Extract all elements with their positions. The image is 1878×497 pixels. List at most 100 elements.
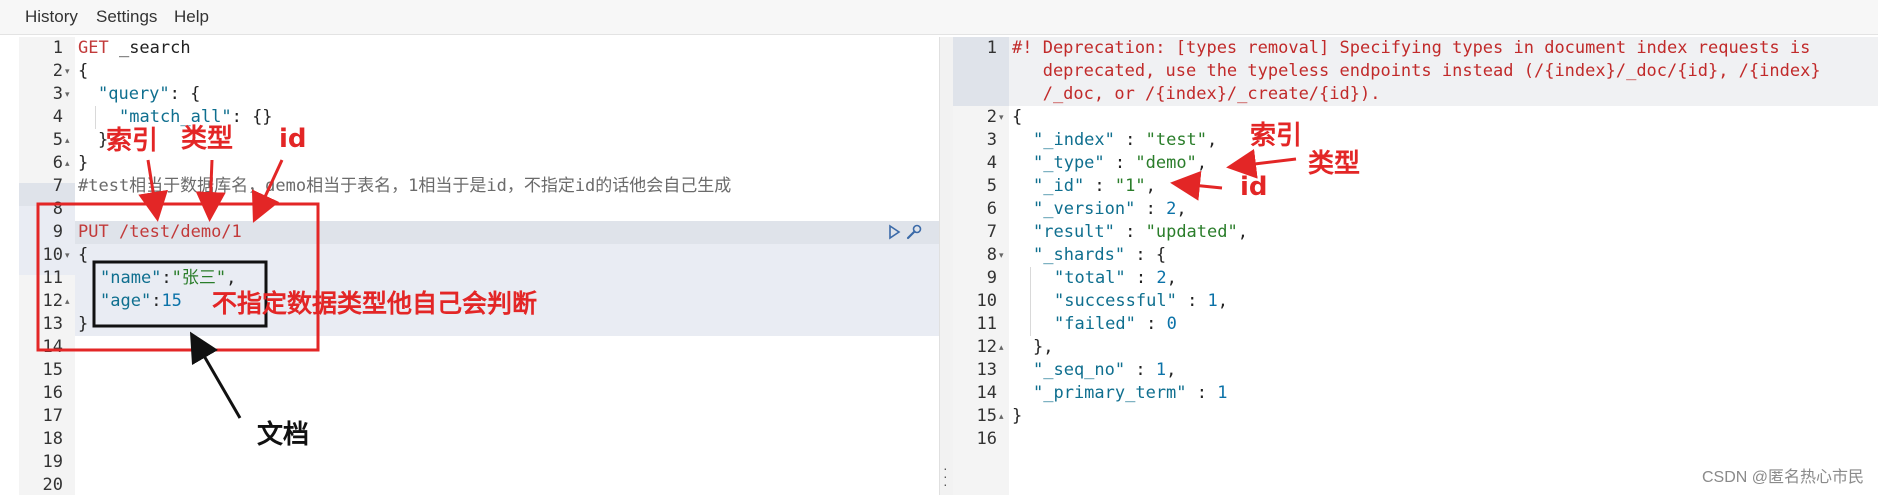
line-number: 11 [42,268,63,288]
deprecation-line-1: #! Deprecation: [types removal] Specifyi… [1012,38,1811,58]
json-key: "_index" [1033,130,1115,150]
code-line-13: } [78,314,89,334]
json-string: "test" [1145,130,1208,150]
request-path: _search [108,38,191,58]
line-number: 12 [976,337,997,357]
json-number: 15 [161,291,182,311]
splitter-handle-icon[interactable]: · · · [943,461,948,491]
annotation-id-left: id [279,124,307,154]
menu-bar: History Settings Help [0,0,1878,35]
code-line-2: { [78,61,89,81]
line-number: 2 [986,107,997,127]
code-line-1: GET _search [78,37,191,60]
response-line-result: "result" : "updated", [1033,222,1248,242]
http-method: GET [78,38,109,58]
menu-help[interactable]: Help [174,6,209,28]
fold-arrow-icon[interactable]: ▴ [65,152,70,175]
wrench-icon[interactable] [905,223,923,241]
json-punct: : [151,291,162,311]
json-key: "_type" [1033,153,1105,173]
line-number: 14 [42,337,63,357]
response-line-index: "_index" : "test", [1033,130,1218,150]
json-number: 1 [1217,383,1228,403]
response-line-seqno: "_seq_no" : 1, [1033,360,1177,380]
json-string: "demo" [1135,153,1197,173]
line-number: 10 [976,291,997,311]
json-number: 1 [1207,291,1218,311]
json-number: 1 [1155,360,1167,380]
json-key: "result" [1033,222,1115,242]
json-number: 2 [1166,199,1177,219]
fold-arrow-icon[interactable]: ▾ [65,60,70,83]
json-key: "age" [100,291,152,311]
json-key: "successful" [1054,291,1177,311]
line-number: 9 [52,222,63,242]
line-number: 19 [42,452,63,472]
response-gutter: 1 2 3 4 5 6 7 8 9 10 11 12 13 14 15 16 ▾… [953,37,1009,495]
line-number: 3 [986,130,997,150]
line-number: 1 [986,38,997,58]
line-number: 6 [52,153,63,173]
line-number: 12 [42,291,63,311]
request-editor[interactable]: 1 2 3 4 5 6 7 8 9 10 11 12 13 14 15 16 1… [19,37,939,495]
fold-arrow-icon[interactable]: ▴ [999,336,1004,359]
json-string: "1" [1114,176,1146,196]
fold-arrow-icon[interactable]: ▴ [65,290,70,313]
json-key: "total" [1054,268,1126,288]
annotation-type-left: 类型 [181,124,234,154]
line-number: 5 [986,176,997,196]
response-line-type: "_type" : "demo", [1033,153,1208,173]
line-number: 20 [42,475,63,495]
line-number: 9 [986,268,997,288]
response-line-version: "_version" : 2, [1033,199,1187,219]
fold-arrow-icon[interactable]: ▴ [65,129,70,152]
code-line-6: } [78,153,89,173]
line-number: 11 [976,314,997,334]
fold-arrow-icon[interactable]: ▴ [999,405,1004,428]
line-number: 2 [52,61,63,81]
json-punct: : {} [231,107,273,127]
menu-settings[interactable]: Settings [96,6,157,28]
line-number: 7 [986,222,997,242]
response-line-shards: "_shards" : { [1033,245,1167,265]
line-number: 13 [42,314,63,334]
json-key: "_version" [1033,199,1136,219]
line-number: 16 [976,429,997,449]
line-number: 3 [52,84,63,104]
fold-arrow-icon[interactable]: ▾ [65,83,70,106]
code-line-3: "query": { [98,83,200,106]
json-key: "_primary_term" [1033,383,1187,403]
line-number: 15 [976,406,997,426]
annotation-index-right: 索引 [1250,121,1303,151]
annotation-id-right: id [1240,172,1268,202]
fold-arrow-icon[interactable]: ▾ [65,244,70,267]
json-key: "query" [98,84,170,104]
json-number: 0 [1166,314,1177,334]
request-code-area[interactable]: GET _search { "query": { "match_all": {}… [75,37,939,495]
line-number: 4 [52,107,63,127]
code-line-10: { [78,245,89,265]
deprecation-line-2: deprecated, use the typeless endpoints i… [1012,61,1821,81]
menu-history[interactable]: History [25,6,78,28]
line-number: 6 [986,199,997,219]
fold-arrow-icon[interactable]: ▾ [999,106,1004,129]
response-code-area[interactable]: #! Deprecation: [types removal] Specifyi… [1009,37,1878,495]
indent-guide [1030,267,1031,336]
request-path: /test/demo/1 [108,222,242,242]
json-key: "_id" [1033,176,1085,196]
indent-guide [95,106,96,129]
line-number: 4 [986,153,997,173]
response-line-primary-term: "_primary_term" : 1 [1033,383,1228,403]
fold-arrow-icon[interactable]: ▾ [999,244,1004,267]
http-method: PUT [78,222,109,242]
line-number: 16 [42,383,63,403]
json-punct: : { [169,84,201,104]
run-request-icon[interactable] [887,224,901,240]
line-number: 8 [52,199,63,219]
response-viewer[interactable]: 1 2 3 4 5 6 7 8 9 10 11 12 13 14 15 16 ▾… [953,37,1878,495]
code-line-9: PUT /test/demo/1 [78,221,242,244]
response-line-shards-close: }, [1033,337,1054,357]
annotation-type-right: 类型 [1308,149,1361,179]
line-number: 7 [52,176,63,196]
code-line-11: "name":"张三", [100,267,236,290]
